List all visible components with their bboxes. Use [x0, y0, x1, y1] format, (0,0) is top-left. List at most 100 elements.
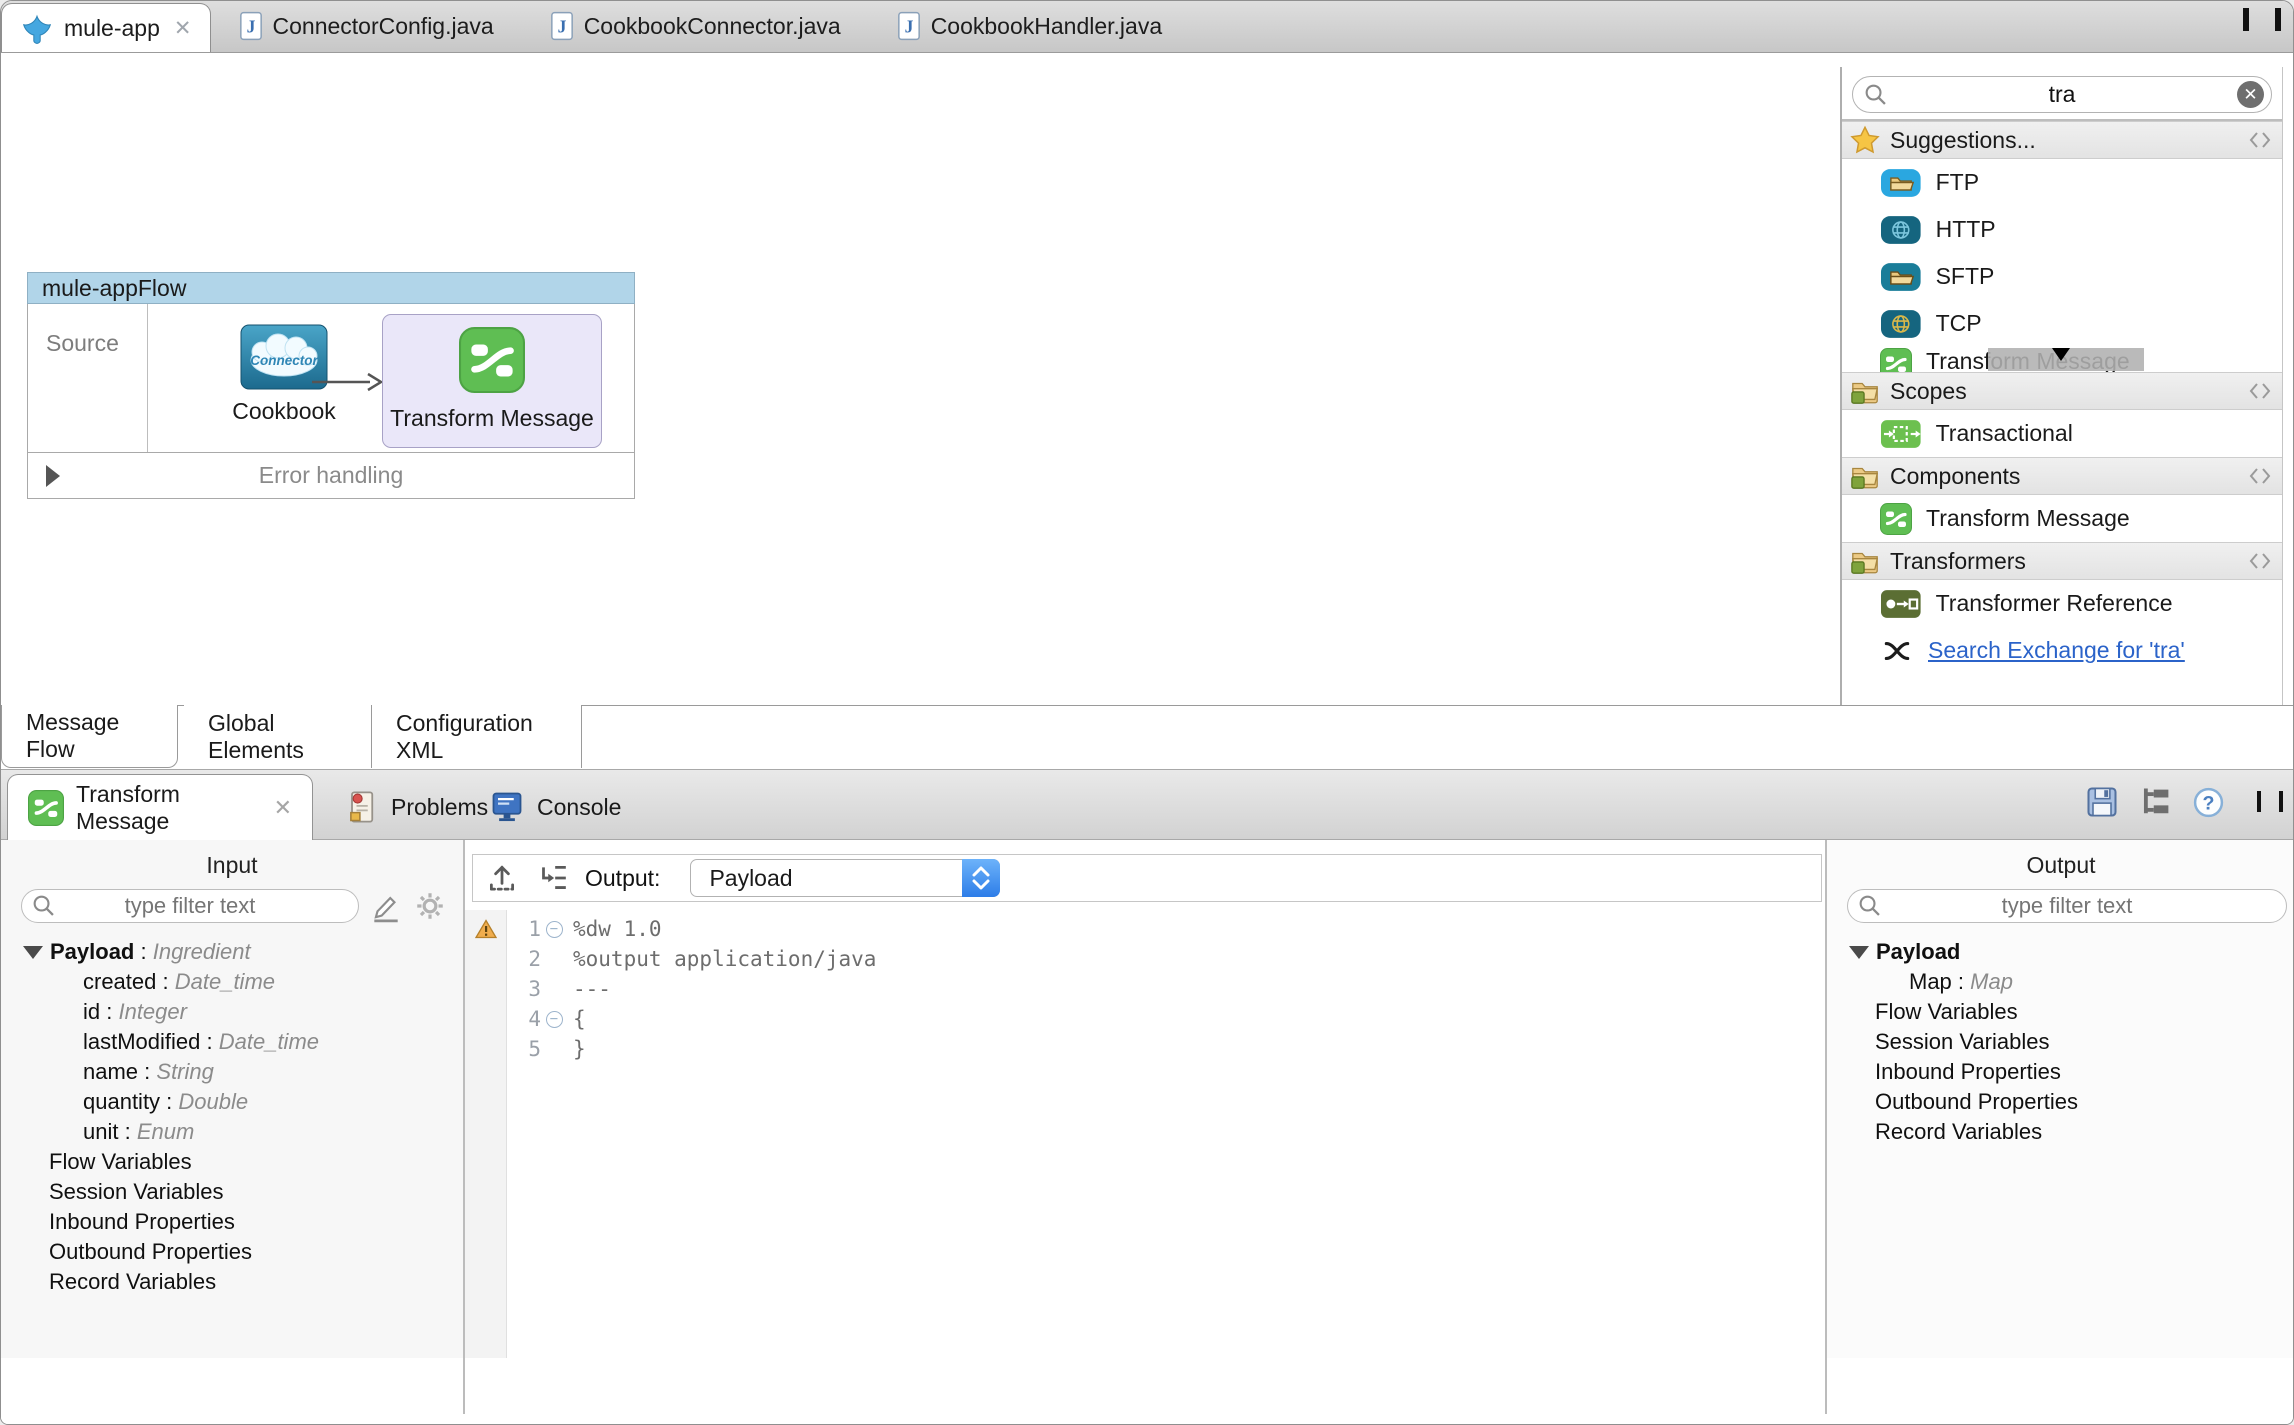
panel-divider[interactable] [1825, 840, 1827, 1414]
tree-item-name: Record Variables [1875, 1119, 2043, 1144]
transformer-ref-icon [1880, 588, 1922, 620]
tree-item-name: quantity [83, 1089, 161, 1114]
panel-divider[interactable] [463, 840, 465, 1414]
tree-item-name: Payload [50, 939, 135, 964]
error-handling-label: Error handling [258, 462, 404, 488]
svg-text:J: J [557, 16, 566, 36]
tree-item-session-variables[interactable]: Session Variables [1827, 1027, 2293, 1057]
output-target-select[interactable]: Payload [690, 859, 1001, 897]
tree-item-name[interactable]: name : String [1, 1057, 463, 1087]
tree-layout-icon[interactable] [2138, 784, 2174, 820]
output-filter-input[interactable] [1848, 890, 2286, 922]
panel-minimize-icon[interactable] [2257, 791, 2261, 812]
code-line-4[interactable]: 4−{ [465, 1004, 1825, 1034]
tree-item-record-variables[interactable]: Record Variables [1, 1267, 463, 1297]
tree-item-flow-variables[interactable]: Flow Variables [1, 1147, 463, 1177]
tree-item-outbound-properties[interactable]: Outbound Properties [1827, 1087, 2293, 1117]
tree-item-payload[interactable]: Payload [1827, 937, 2293, 967]
code-line-3[interactable]: 3 --- [465, 974, 1825, 1004]
tree-item-lastmodified[interactable]: lastModified : Date_time [1, 1027, 463, 1057]
search-icon [1857, 893, 1883, 919]
flow-editor-tabs: Message Flow Global Elements Configuration… [1, 705, 2293, 769]
input-filter-input[interactable] [22, 890, 358, 922]
select-stepper-icon[interactable] [962, 859, 1001, 897]
palette-section-components[interactable]: Components [1842, 457, 2282, 495]
code-fold-icon[interactable]: − [545, 920, 563, 938]
code-fold-icon[interactable]: − [545, 1010, 563, 1028]
palette-item-transform-message[interactable]: Transform Message [1842, 495, 2282, 542]
tree-item-quantity[interactable]: quantity : Double [1, 1087, 463, 1117]
anypoint-studio-window: { "colors": { "accent_green": "#5fbe53",… [0, 0, 2294, 1425]
view-tab-global-elements[interactable]: Global Elements [184, 705, 372, 768]
tree-item-inbound-properties[interactable]: Inbound Properties [1827, 1057, 2293, 1087]
view-tab-configuration-xml[interactable]: Configuration XML [372, 705, 582, 768]
transform-icon [28, 789, 64, 826]
tree-item-unit[interactable]: unit : Enum [1, 1117, 463, 1147]
palette-section-suggestions-[interactable]: Suggestions... [1842, 121, 2282, 159]
palette-item-transactional[interactable]: Transactional [1842, 410, 2282, 457]
panel-maximize-icon[interactable] [2279, 791, 2283, 812]
editor-tab-cookbookconnector-java[interactable]: J CookbookConnector.java [522, 1, 869, 52]
close-icon[interactable]: ✕ [274, 795, 292, 821]
code-line-1[interactable]: 1− %dw 1.0 [465, 914, 1825, 944]
export-icon[interactable] [485, 861, 519, 895]
palette-section-scopes[interactable]: Scopes [1842, 372, 2282, 410]
flow-title[interactable]: mule-appFlow [27, 272, 635, 304]
view-tab-message-flow[interactable]: Message Flow [1, 705, 178, 768]
tree-item-created[interactable]: created : Date_time [1, 967, 463, 997]
search-exchange-link[interactable]: Search Exchange for 'tra' [1928, 637, 2185, 664]
view-tab-label: Message Flow [26, 709, 120, 762]
tree-item-flow-variables[interactable]: Flow Variables [1827, 997, 2293, 1027]
minimize-icon[interactable] [2243, 8, 2249, 31]
tree-item-map[interactable]: Map : Map [1827, 967, 2293, 997]
tree-item-inbound-properties[interactable]: Inbound Properties [1, 1207, 463, 1237]
java-icon: J [239, 11, 263, 41]
palette-item-transformer-reference[interactable]: Transformer Reference [1842, 580, 2282, 627]
tree-item-id[interactable]: id : Integer [1, 997, 463, 1027]
code-area[interactable]: 1− %dw 1.0 2 %output application/java 3 --- 4−… [465, 914, 1825, 1064]
editor-tab-cookbookhandler-java[interactable]: J CookbookHandler.java [869, 1, 1190, 52]
collapse-chevrons-icon[interactable] [2248, 464, 2272, 488]
tree-item-session-variables[interactable]: Session Variables [1, 1177, 463, 1207]
settings-gear-icon[interactable] [413, 889, 447, 923]
tree-item-outbound-properties[interactable]: Outbound Properties [1, 1237, 463, 1267]
close-icon[interactable]: ✕ [174, 16, 192, 41]
clear-search-icon[interactable]: ✕ [2237, 81, 2264, 108]
tree-item-name: name [83, 1059, 139, 1084]
apply-to-list-icon[interactable] [535, 861, 569, 895]
palette-item-sftp[interactable]: SFTP [1842, 253, 2282, 300]
tree-item-record-variables[interactable]: Record Variables [1827, 1117, 2293, 1147]
collapse-chevrons-icon[interactable] [2248, 128, 2272, 152]
palette-item-transform-message[interactable]: Transform Message [1842, 347, 2282, 372]
palette-search-input[interactable] [1853, 77, 2271, 112]
collapse-chevrons-icon[interactable] [2248, 379, 2272, 403]
palette-item-http[interactable]: HTTP [1842, 206, 2282, 253]
collapse-chevrons-icon[interactable] [2248, 549, 2272, 573]
palette-section-label: Suggestions... [1890, 126, 2036, 153]
error-handling-section[interactable]: Error handling [27, 453, 635, 499]
java-icon: J [897, 11, 921, 41]
help-icon[interactable]: ? [2192, 786, 2225, 819]
palette-item-tcp[interactable]: TCP [1842, 300, 2282, 347]
maximize-icon[interactable] [2275, 8, 2281, 31]
flow-body: Source Connector Cookbook Transform Mess… [27, 304, 635, 453]
tree-item-name: Inbound Properties [49, 1209, 235, 1234]
editor-tab-connectorconfig-java[interactable]: J ConnectorConfig.java [211, 1, 522, 52]
code-line-2[interactable]: 2 %output application/java [465, 944, 1825, 974]
expand-caret-icon[interactable] [46, 464, 60, 487]
palette-item-ftp[interactable]: FTP [1842, 159, 2282, 206]
transform-message-node[interactable]: Transform Message [382, 314, 602, 448]
flow-container[interactable]: mule-appFlow Source Connector Cookbook T… [27, 272, 635, 499]
palette-section-transformers[interactable]: Transformers [1842, 542, 2282, 580]
line-number: 3 [528, 977, 541, 1001]
expander-triangle-icon[interactable] [1849, 945, 1869, 959]
code-line-5[interactable]: 5} [465, 1034, 1825, 1064]
expander-triangle-icon[interactable] [23, 945, 43, 959]
tree-item-payload[interactable]: Payload : Ingredient [1, 937, 463, 967]
window-controls [2243, 8, 2281, 31]
panel-tab-transform-message[interactable]: Transform Message ✕ [7, 774, 313, 840]
panel-tab-console[interactable]: Console [469, 774, 641, 840]
edit-sample-pencil-icon[interactable] [369, 889, 403, 923]
editor-tab-mule-app[interactable]: mule-app ✕ [1, 3, 211, 52]
save-icon[interactable] [2084, 784, 2120, 820]
